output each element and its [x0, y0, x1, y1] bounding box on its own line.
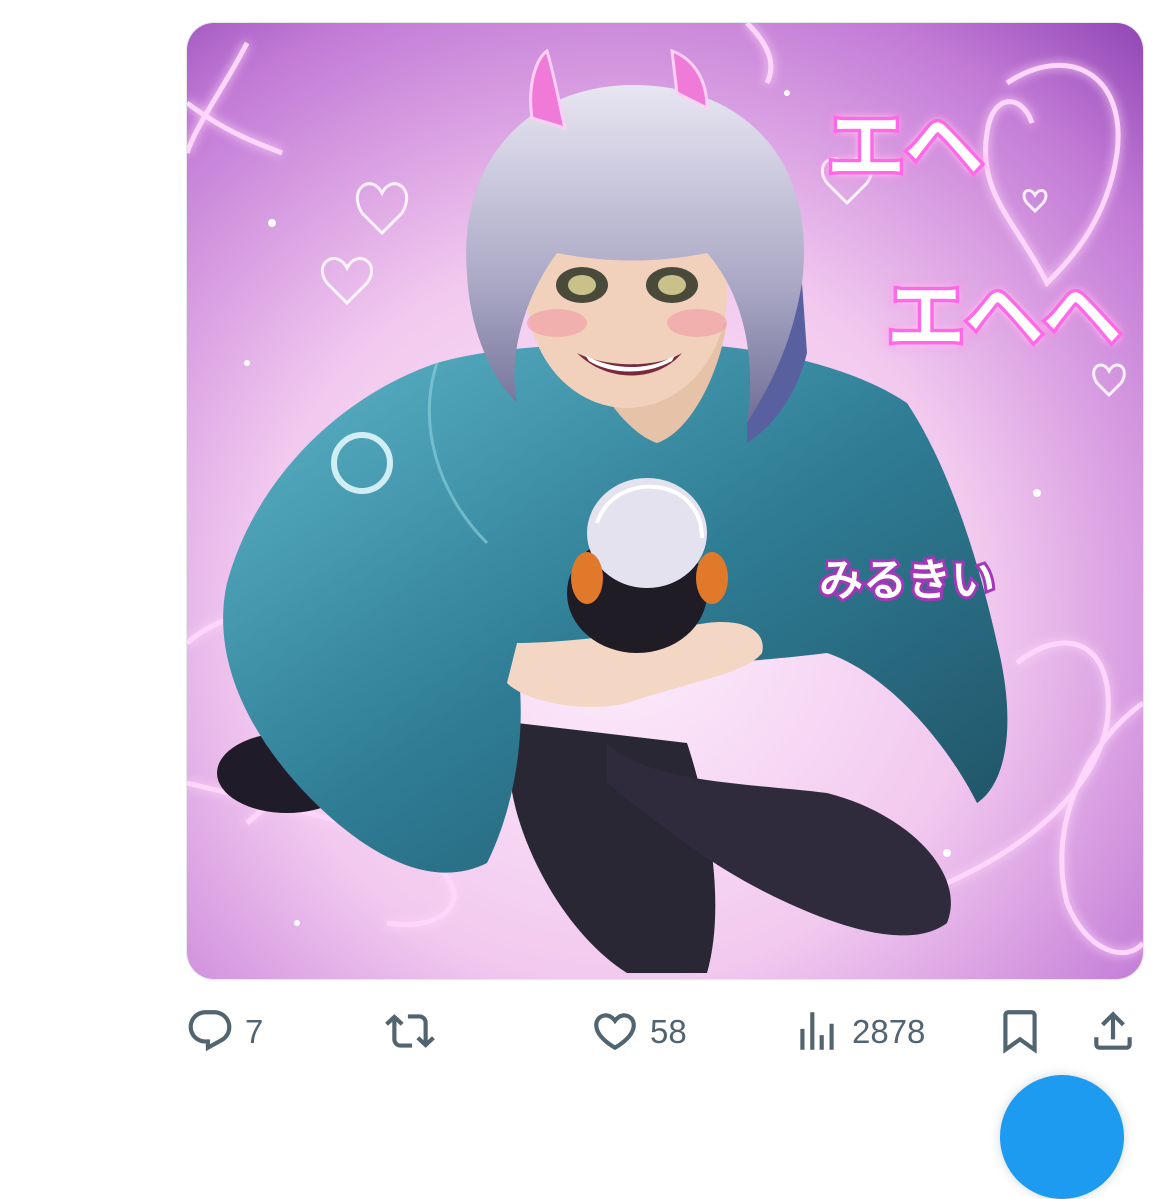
overlay-text-2: エヘヘ: [887, 272, 1121, 362]
share-icon: [1094, 1011, 1132, 1050]
heart-icon: [594, 1013, 636, 1051]
views-count: 2878: [852, 1012, 926, 1050]
tweet-media-image[interactable]: エヘ エヘヘ みるきい: [186, 22, 1144, 980]
bookmark-button[interactable]: [995, 996, 1045, 1066]
reply-count: 7: [245, 1012, 264, 1050]
bookmark-icon: [1003, 1010, 1037, 1054]
tweet-action-bar: 7 58 2878: [0, 996, 1170, 1066]
illustration: エヘ エヘヘ みるきい: [187, 23, 1143, 979]
views-button[interactable]: 2878: [792, 996, 925, 1066]
views-icon: [800, 1012, 834, 1050]
overlay-text-name: みるきい: [819, 555, 995, 606]
reply-icon: [188, 1010, 232, 1052]
repost-button[interactable]: [385, 996, 445, 1066]
overlay-text-1: エヘ: [827, 102, 983, 192]
like-count: 58: [650, 1012, 687, 1050]
share-button[interactable]: [1088, 996, 1138, 1066]
like-button[interactable]: 58: [590, 996, 687, 1066]
reply-button[interactable]: 7: [185, 996, 263, 1066]
compose-fab-button[interactable]: [1000, 1075, 1124, 1199]
repost-icon: [385, 1014, 435, 1048]
